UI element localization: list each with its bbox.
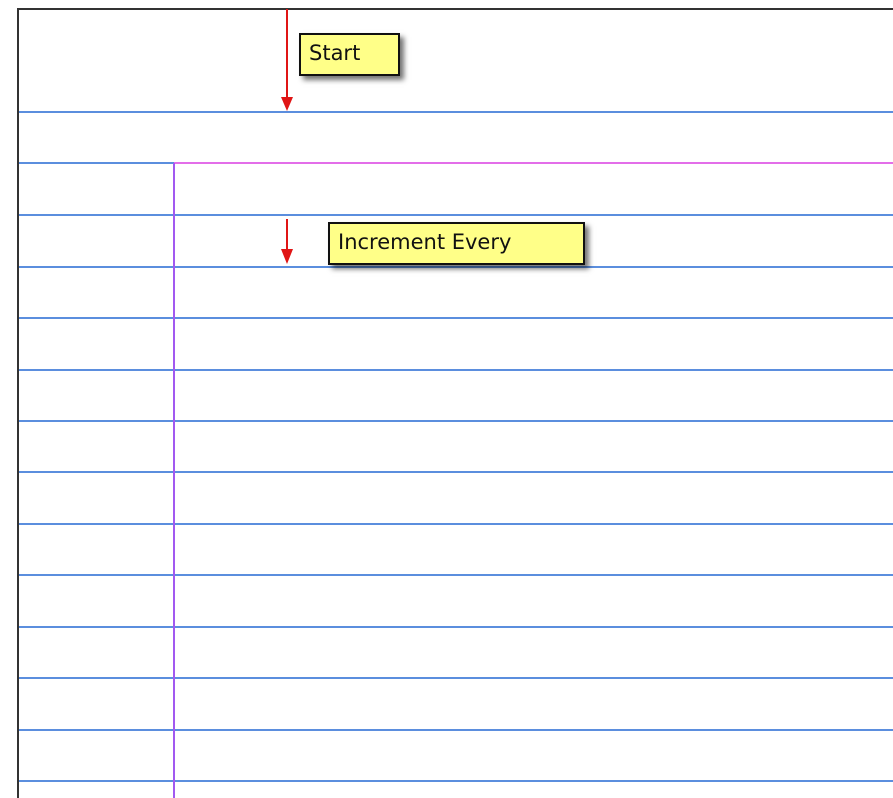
start-callout-label: Start [309,41,361,65]
paper-sheet [17,8,893,798]
increment-every-callout: Increment Every [328,222,585,265]
start-callout: Start [299,33,400,76]
increment-every-callout-label: Increment Every [338,230,512,254]
lined-paper [17,8,893,798]
lined-paper-diagram: Start Increment Every [0,0,893,798]
